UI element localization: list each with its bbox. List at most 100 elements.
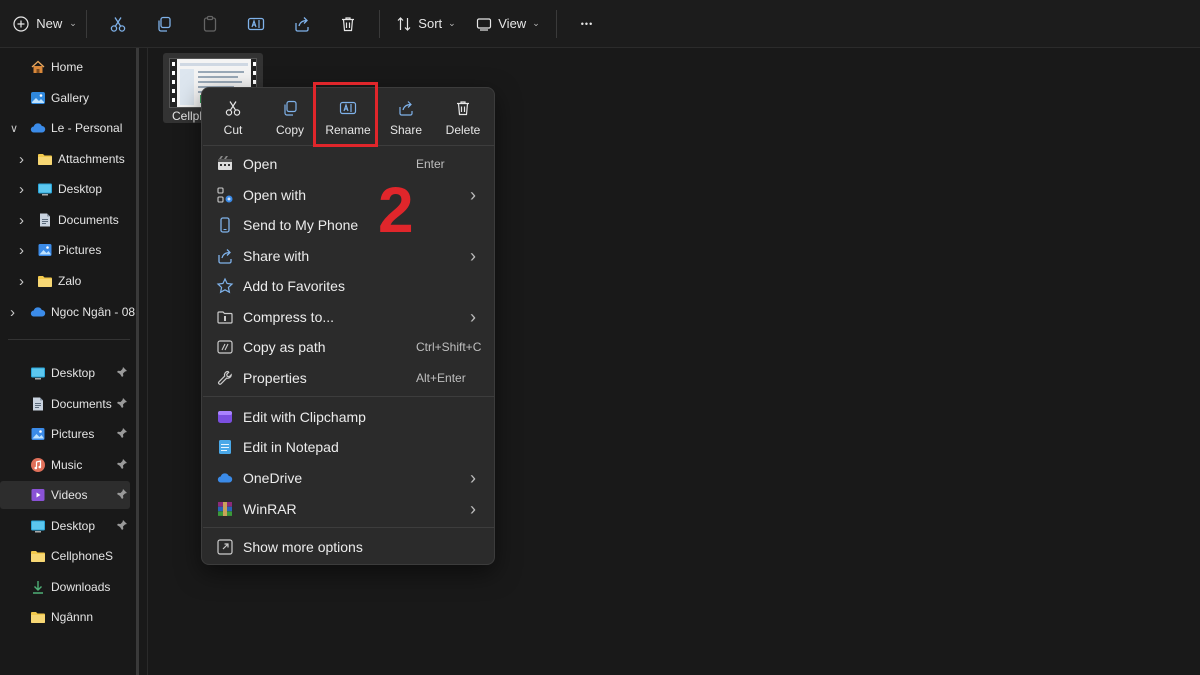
sidebar-item-attachments[interactable]: › Attachments <box>19 145 125 173</box>
quick-access-label: Videos <box>51 488 88 502</box>
rename-highlight-box <box>313 82 378 147</box>
new-label: New <box>36 16 63 31</box>
chevron-down-icon: ⌄ <box>69 18 77 28</box>
show-more-icon <box>216 538 234 556</box>
quick-access-item-videos[interactable]: Videos <box>0 481 130 509</box>
chevron-right-icon[interactable]: › <box>19 273 24 290</box>
menu-item-label: Properties <box>243 370 307 386</box>
sidebar-item-zalo[interactable]: › Zalo <box>19 267 82 295</box>
menu-item-onedrive[interactable]: OneDrive › <box>208 463 490 493</box>
menu-item-label: Edit in Notepad <box>243 439 339 455</box>
music-icon <box>30 457 46 473</box>
cut-action[interactable]: Cut <box>206 92 260 144</box>
copy-icon <box>284 100 297 116</box>
videos-icon <box>30 487 46 503</box>
menu-item-edit-in-notepad[interactable]: Edit in Notepad <box>208 432 490 462</box>
menu-item-winrar[interactable]: WinRAR › <box>208 494 490 524</box>
chevron-right-icon: › <box>470 306 476 327</box>
delete-action[interactable]: Delete <box>436 92 490 144</box>
pin-icon[interactable] <box>116 488 128 500</box>
chevron-right-icon[interactable]: › <box>19 181 24 198</box>
share-icon <box>295 16 309 32</box>
sidebar-item-documents[interactable]: › Documents <box>19 206 119 234</box>
chevron-right-icon[interactable]: › <box>10 304 15 321</box>
chevron-right-icon: › <box>470 498 476 519</box>
copy-action[interactable]: Copy <box>263 92 317 144</box>
quick-access-label: Ngânnn <box>51 610 94 624</box>
menu-item-share-with[interactable]: Share with › <box>208 241 490 271</box>
menu-item-label: Show more options <box>243 539 363 555</box>
quick-access-item-downloads[interactable]: Downloads <box>30 573 110 601</box>
sidebar-item-pictures[interactable]: › Pictures <box>19 236 101 264</box>
more-options-button[interactable]: ••• <box>567 7 607 41</box>
chevron-right-icon[interactable]: › <box>19 242 24 259</box>
chevron-down-icon[interactable]: ∨ <box>10 122 18 135</box>
sidebar-item-label: Attachments <box>58 152 125 166</box>
delete-toolbar-button[interactable] <box>325 7 371 41</box>
onedrive-cloud-icon <box>216 469 234 487</box>
share-action[interactable]: Share <box>379 92 433 144</box>
toolbar-divider <box>379 9 380 38</box>
pin-icon[interactable] <box>116 366 128 378</box>
menu-item-add-to-favorites[interactable]: Add to Favorites <box>208 271 490 301</box>
sidebar-item-gallery[interactable]: Gallery <box>30 84 89 112</box>
sidebar-item-ngoc-ng-n-08[interactable]: › Ngoc Ngân - 08 <box>10 298 136 326</box>
chevron-right-icon[interactable]: › <box>19 212 24 229</box>
menu-divider <box>203 396 495 397</box>
notepad-icon <box>216 438 234 456</box>
context-menu: Cut Copy Rename Share Delete Open Enter Op… <box>201 87 495 565</box>
menu-item-open[interactable]: Open Enter <box>208 149 490 179</box>
sort-button[interactable]: Sort ⌄ <box>390 7 462 41</box>
menu-item-properties[interactable]: Properties Alt+Enter <box>208 363 490 393</box>
step-number-annotation: 2 <box>378 174 414 246</box>
menu-item-show-more-options[interactable]: Show more options <box>208 532 490 562</box>
pin-icon[interactable] <box>116 427 128 439</box>
sidebar-scrollbar[interactable] <box>136 48 139 675</box>
quick-access-item-documents[interactable]: Documents <box>30 390 127 418</box>
share-label: Share <box>389 123 423 137</box>
cut-label: Cut <box>223 123 243 137</box>
quick-access-item-ng-nnn[interactable]: Ngânnn <box>30 603 93 631</box>
sidebar-item-le-personal[interactable]: ∨ Le - Personal <box>10 114 122 142</box>
pin-icon[interactable] <box>116 519 128 531</box>
quick-access-item-desktop[interactable]: Desktop <box>30 512 127 540</box>
share-toolbar-button[interactable] <box>279 7 325 41</box>
quick-access-item-music[interactable]: Music <box>30 451 127 479</box>
desktop-icon <box>30 518 46 534</box>
menu-item-label: OneDrive <box>243 470 303 486</box>
home-icon <box>30 59 46 75</box>
rename-toolbar-button[interactable] <box>233 7 279 41</box>
chevron-right-icon: › <box>470 467 476 488</box>
clipchamp-icon <box>216 408 234 426</box>
toolbar-divider <box>556 9 557 38</box>
sidebar-item-home[interactable]: Home <box>30 53 83 81</box>
menu-item-shortcut: Enter <box>416 157 445 171</box>
command-bar: New ⌄ Sort ⌄ View ⌄ ••• <box>0 0 1200 48</box>
cut-toolbar-button[interactable] <box>95 7 141 41</box>
paste-toolbar-button[interactable] <box>187 7 233 41</box>
menu-item-open-with[interactable]: Open with › <box>208 180 490 210</box>
menu-item-copy-as-path[interactable]: Copy as path Ctrl+Shift+C <box>208 332 490 362</box>
menu-item-compress-to[interactable]: Compress to... › <box>208 302 490 332</box>
chevron-right-icon[interactable]: › <box>19 151 24 168</box>
pin-icon[interactable] <box>116 458 128 470</box>
pane-divider <box>147 48 148 675</box>
sidebar-item-label: Zalo <box>58 274 82 288</box>
view-button[interactable]: View ⌄ <box>468 7 548 41</box>
menu-item-edit-with-clipchamp[interactable]: Edit with Clipchamp <box>208 402 490 432</box>
quick-access-item-cellphones[interactable]: CellphoneS <box>30 542 113 570</box>
menu-item-label: Share with <box>243 248 310 264</box>
documents-icon <box>37 212 53 228</box>
sidebar-divider <box>8 339 130 340</box>
star-icon <box>216 277 234 295</box>
new-button[interactable]: New ⌄ <box>12 7 78 41</box>
menu-item-label: Add to Favorites <box>243 278 345 294</box>
quick-access-label: Desktop <box>51 518 96 533</box>
copy-toolbar-button[interactable] <box>141 7 187 41</box>
quick-access-item-pictures[interactable]: Pictures <box>30 420 127 448</box>
pin-icon[interactable] <box>116 397 128 409</box>
menu-item-send-to-my-phone[interactable]: Send to My Phone <box>208 210 490 240</box>
sidebar-item-label: Ngoc Ngân - 08 <box>51 305 136 319</box>
quick-access-item-desktop[interactable]: Desktop <box>30 359 127 387</box>
sidebar-item-desktop[interactable]: › Desktop <box>19 175 102 203</box>
